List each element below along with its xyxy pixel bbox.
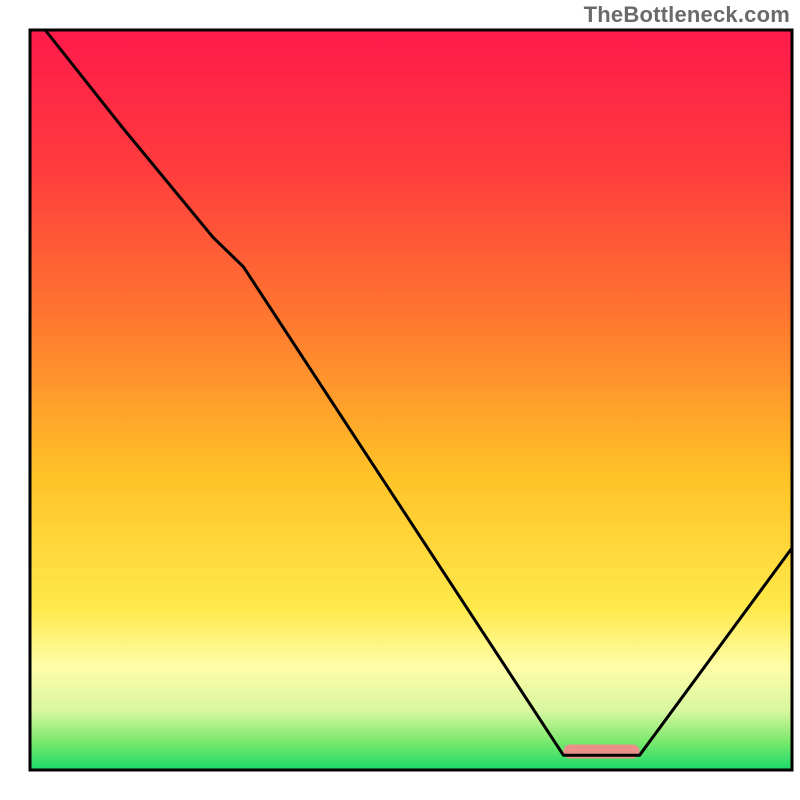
bottleneck-chart — [0, 0, 800, 800]
chart-background — [30, 30, 792, 770]
watermark-text: TheBottleneck.com — [584, 2, 790, 28]
